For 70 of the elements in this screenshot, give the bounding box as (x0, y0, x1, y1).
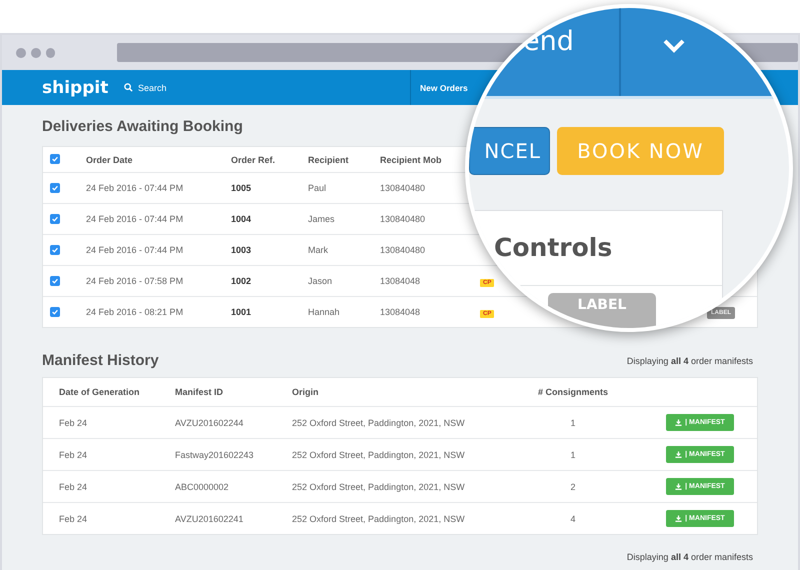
checkbox[interactable] (50, 214, 60, 224)
table-cell-text: 252 Oxford Street, Paddington, 2021, NSW (292, 450, 466, 460)
summary-text: Displaying all 4 order manifests (626, 356, 753, 366)
checkbox[interactable] (50, 182, 60, 192)
checkbox[interactable] (50, 244, 60, 254)
table-cell-text: 24 Feb 2016 - 07:44 PM (86, 214, 184, 224)
table-cell-text: 1002 (231, 276, 252, 286)
table-cell-text: 2 (569, 482, 576, 492)
search-link[interactable]: Search (124, 82, 410, 92)
column-header: Manifest ID (175, 387, 224, 397)
table-cell-text: 1004 (231, 214, 252, 224)
table-cell-text: AVZU201602241 (175, 514, 244, 524)
summary-text: Displaying all 4 order manifests (626, 552, 753, 562)
column-header: Date of Generation (58, 387, 141, 397)
section-title: Deliveries Awaiting Booking (42, 118, 244, 135)
table-cell-text: 252 Oxford Street, Paddington, 2021, NSW (292, 514, 466, 524)
table-cell-text: 1003 (231, 245, 252, 255)
table-cell-text: 130840480 (380, 245, 426, 255)
window-dot[interactable] (30, 48, 40, 58)
table-cell-text: AVZU201602244 (175, 418, 244, 428)
table-cell-text: Hannah (308, 307, 341, 317)
table-cell-text: 13084048 (380, 276, 422, 286)
table-cell-text: 130840480 (380, 183, 426, 193)
table-cell-text: 24 Feb 2016 - 07:44 PM (86, 245, 184, 255)
window-dot[interactable] (16, 48, 26, 58)
table-cell-text: Feb 24 (58, 514, 88, 524)
table-cell-text: 252 Oxford Street, Paddington, 2021, NSW (292, 418, 466, 428)
table-cell-text: Fastway201602243 (175, 450, 255, 460)
table-cell-text: Feb 24 (58, 450, 88, 460)
table-cell-text: 1001 (231, 307, 252, 317)
column-header: Order Date (86, 154, 134, 164)
table-cell-text: Jason (308, 276, 334, 286)
column-header: Order Ref. (231, 154, 276, 164)
table-cell-text: 13084048 (380, 307, 422, 317)
chevron-down-icon[interactable] (662, 38, 686, 54)
checkbox[interactable] (50, 276, 60, 286)
download-icon (675, 451, 682, 458)
table-cell-text: Feb 24 (58, 418, 88, 428)
table-cell-text: Mark (308, 245, 329, 255)
cancel-button[interactable]: NCEL (469, 127, 550, 175)
card-title: Controls (494, 233, 612, 262)
column-header: Recipient Mob (380, 154, 443, 164)
table-cell-text: 1 (569, 418, 576, 428)
checkbox[interactable] (50, 154, 60, 164)
window-dot[interactable] (46, 48, 56, 58)
table-cell-text: 24 Feb 2016 - 07:44 PM (86, 183, 184, 193)
logo: shippit (42, 78, 110, 98)
table-cell-text: Paul (308, 183, 328, 193)
table-cell-text: 1005 (231, 183, 252, 193)
nav-item[interactable]: New Orders (420, 82, 468, 92)
section-title: Manifest History (42, 352, 159, 369)
table-cell-text: James (308, 214, 336, 224)
table-cell-text: Feb 24 (58, 482, 88, 492)
table-cell-text: 252 Oxford Street, Paddington, 2021, NSW (292, 482, 466, 492)
table-cell-text: 1 (569, 450, 576, 460)
download-icon (675, 515, 682, 522)
table-cell-text: 24 Feb 2016 - 08:21 PM (86, 307, 184, 317)
table-cell-text: 4 (569, 514, 576, 524)
table-cell-text: 130840480 (380, 214, 426, 224)
column-header: Recipient (308, 154, 350, 164)
download-icon (675, 483, 682, 490)
column-header: # Consignments (536, 387, 609, 397)
download-icon (675, 419, 682, 426)
label-button[interactable]: LABEL (548, 293, 656, 328)
table-cell-text: 24 Feb 2016 - 07:58 PM (86, 276, 184, 286)
checkbox[interactable] (50, 306, 60, 316)
search-icon (124, 83, 133, 92)
table-cell-text: ABC0000002 (175, 482, 230, 492)
book-now-button[interactable]: BOOK NOW (557, 127, 724, 175)
column-header: Origin (292, 387, 320, 397)
